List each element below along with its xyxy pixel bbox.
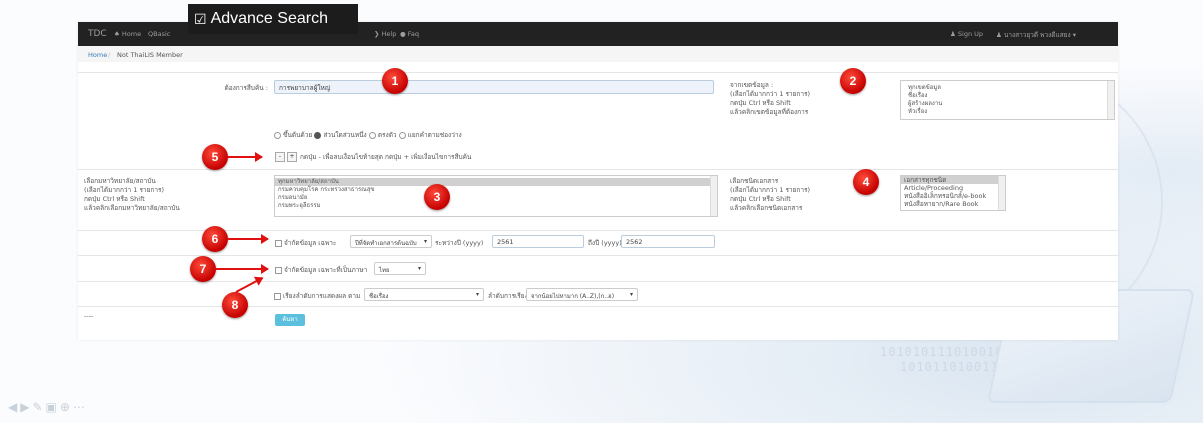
list-item[interactable]: หนังสือหายาก/Rare Book [901,200,1005,208]
year-to-input[interactable]: 2562 [621,235,715,248]
add-row-hint: กดปุ่ม - เพื่อลบเงื่อนไขท้ายสุด กดปุ่ม +… [300,153,472,161]
annotation-arrow-6 [228,234,269,244]
field-source-label: จากเขตข้อมูล : (เลือกได้มากกว่า 1 รายการ… [730,81,811,116]
scrollbar[interactable] [1107,81,1114,119]
caret-down-icon: ▾ [629,291,633,298]
breadcrumb-separator: / [108,51,111,59]
annotation-badge-5: 5 [202,144,228,170]
nav-sign-up[interactable]: ♟ Sign Up [950,30,983,38]
list-item[interactable]: กรมควบคุมโรค กระทรวงสาธารณสุข [275,186,717,194]
tab-advance-search[interactable]: ☑ Advance Search [188,4,358,34]
divider [78,281,1118,282]
nav-basic[interactable]: QBasic [148,30,170,38]
divider [78,255,1118,256]
institution-label: เลือกมหาวิทยาลัย/สถาบัน (เลือกได้มากกว่า… [84,177,180,212]
year-type-select[interactable]: ปีที่จัดทำเอกสารต้นฉบับ ▾ [350,235,432,248]
divider [78,169,1118,170]
lang-filter: จำกัดข้อมูล เฉพาะที่เป็นภาษา [275,266,367,275]
field-source-listbox[interactable]: ทุกเขตข้อมูล ชื่อเรื่อง ผู้สร้างผลงาน หั… [900,80,1115,120]
lang-filter-checkbox[interactable] [275,266,282,274]
caret-down-icon: ▾ [475,291,479,298]
list-item[interactable]: ทุกเขตข้อมูล [905,84,1114,92]
add-condition-button[interactable]: + [287,152,297,162]
annotation-arrow-5 [228,152,263,162]
divider [78,230,1118,231]
caret-down-icon: ▾ [423,238,427,245]
edit-icon: ☑ [194,10,207,27]
year-between-label: ระหว่างปี (yyyy) [435,239,484,247]
ellipsis-text: ---- [84,312,94,320]
question-icon: ● [400,30,406,38]
keyword-label: ต้องการสืบค้น : [224,84,268,92]
brand[interactable]: TDC [88,29,107,39]
nav-faq[interactable]: ● Faq [400,30,419,38]
annotation-badge-1: 1 [382,68,408,94]
list-item[interactable]: เอกสารทุกชนิด [901,176,1005,184]
annotation-badge-6: 6 [202,226,228,252]
annotation-badge-7: 7 [190,256,216,282]
annotation-badge-2: 2 [840,68,866,94]
list-item[interactable]: กรมพระอุลีธรรม [275,202,717,210]
doc-type-label: เลือกชนิดเอกสาร (เลือกได้มากกว่า 1 รายกา… [730,177,811,212]
annotation-badge-3: 3 [424,184,450,210]
user-icon: ♟ [996,31,1002,39]
list-item[interactable]: กรมอนามัย [275,194,717,202]
radio-starts-with[interactable]: ขึ้นต้นด้วย [274,131,312,139]
list-item[interactable]: ทุกมหาวิทยาลัย/สถาบัน [275,178,717,186]
annotation-badge-4: 4 [853,169,879,195]
sort-order-label: ลำดับการเรียง [488,292,528,300]
nav-home[interactable]: ♠ Home [114,30,141,38]
language-select[interactable]: ไทย ▾ [374,262,426,275]
breadcrumb-current: Not ThaiLIS Member [117,51,183,59]
year-from-input[interactable]: 2561 [492,235,584,248]
sort-filter: เรียงลำดับการแสดงผล ตาม [274,292,360,301]
sort-order-select[interactable]: จากน้อยไปหามาก (A..Z),(ก..ฮ) ▾ [526,288,638,301]
home-icon: ♠ [114,30,120,38]
user-icon: ♟ [950,30,956,38]
annotation-arrow-7 [216,264,269,274]
caret-down-icon: ▾ [417,265,421,272]
breadcrumb: Home / Not ThaiLIS Member [78,46,1118,62]
year-filter: จำกัดข้อมูล เฉพาะ [275,239,336,248]
sort-checkbox[interactable] [274,292,281,300]
list-item[interactable]: หัวเรื่อง [905,108,1114,116]
match-options: ขึ้นต้นด้วย ส่วนใดส่วนหนึ่ง ตรงตัว แยกคำ… [274,131,462,140]
sort-field-select[interactable]: ชื่อเรื่อง ▾ [364,288,484,301]
search-button[interactable]: ค้นหา [275,314,305,326]
doc-type-listbox[interactable]: เอกสารทุกชนิด Article/Proceeding หนังสือ… [900,175,1006,211]
list-item[interactable]: หนังสืออิเล็กทรอนิกส์/e-book [901,192,1005,200]
institution-listbox[interactable]: ทุกมหาวิทยาลัย/สถาบัน กรมควบคุมโรค กระทร… [274,175,718,217]
list-item[interactable]: ผู้สร้างผลงาน [905,100,1114,108]
year-filter-checkbox[interactable] [275,239,282,247]
radio-exact[interactable]: ตรงตัว [368,131,397,139]
radio-contains[interactable]: ส่วนใดส่วนหนึ่ง [314,131,367,139]
year-to-label: ถึงปี (yyyy) [588,239,622,247]
nav-user-menu[interactable]: ♟ นางสาวยุวดี พวงดีแสยง ▾ [996,30,1076,40]
chevron-icon: ❯ [374,30,380,38]
scrollbar[interactable] [998,176,1005,210]
nav-help[interactable]: ❯ Help [374,30,396,38]
keyword-input[interactable]: การพยาบาลผู้ใหญ่ [274,80,714,94]
radio-split-words[interactable]: แยกคำตามช่องว่าง [398,131,462,139]
scrollbar[interactable] [710,176,717,216]
list-item[interactable]: Article/Proceeding [901,184,1005,192]
annotation-badge-8: 8 [222,292,248,318]
caret-down-icon: ▾ [1072,31,1076,39]
remove-condition-button[interactable]: - [275,152,285,162]
list-item[interactable]: ชื่อเรื่อง [905,92,1114,100]
breadcrumb-home[interactable]: Home [88,51,107,59]
presentation-controls[interactable]: ◀▶✎▣⊕⋯ [8,400,88,414]
divider [78,72,1118,73]
